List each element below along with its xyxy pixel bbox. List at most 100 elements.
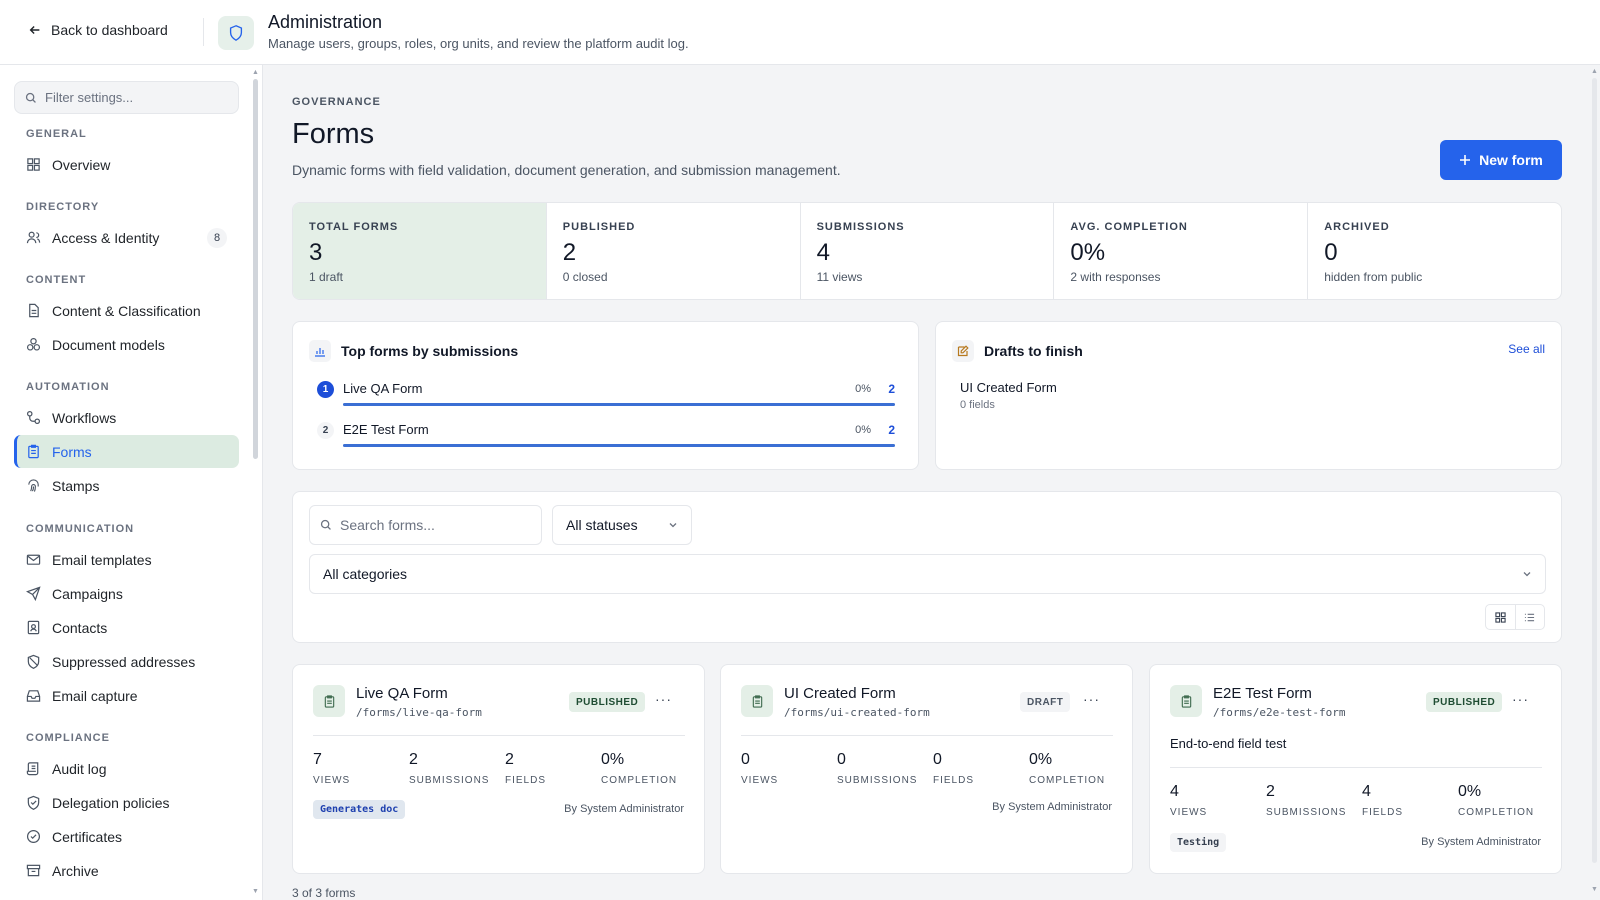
sidebar-item-audit-log[interactable]: Audit log — [14, 752, 239, 785]
main-scroll-up[interactable]: ▲ — [1591, 68, 1598, 75]
clipboard-icon — [1170, 685, 1202, 717]
rank-progress-fill — [343, 444, 895, 447]
clipboard-icon — [741, 685, 773, 717]
draft-item-fields: 0 fields — [960, 399, 995, 411]
list-view-button[interactable] — [1516, 605, 1545, 629]
card-path: /forms/live-qa-form — [356, 706, 482, 719]
top-forms-header: Top forms by submissions — [309, 340, 518, 362]
stat-submissions: SUBMISSIONS 4 11 views — [801, 203, 1055, 299]
stat-value: 0 — [1324, 239, 1338, 266]
metric-label: VIEWS — [1170, 807, 1208, 818]
back-label: Back to dashboard — [51, 22, 168, 38]
sidebar-item-stamps[interactable]: Stamps — [14, 469, 239, 502]
rank-progress-bar — [343, 444, 895, 447]
metric-label: COMPLETION — [1029, 775, 1106, 786]
sidebar-item-overview[interactable]: Overview — [14, 148, 239, 181]
more-options-icon[interactable]: ··· — [1083, 691, 1100, 707]
form-card-live-qa[interactable]: Live QA Form /forms/live-qa-form PUBLISH… — [292, 664, 705, 874]
metric-label: COMPLETION — [1458, 807, 1535, 818]
search-icon — [25, 92, 36, 103]
sidebar-item-label: Delegation policies — [52, 794, 170, 811]
more-options-icon[interactable]: ··· — [655, 691, 672, 707]
sidebar-item-label: Email templates — [52, 551, 152, 568]
draft-item-name[interactable]: UI Created Form — [960, 380, 1057, 395]
main-scroll-down[interactable]: ▼ — [1591, 886, 1598, 893]
metric-label: SUBMISSIONS — [837, 775, 918, 786]
scroll-icon — [26, 762, 39, 776]
metric-value: 0% — [601, 751, 625, 768]
sidebar-item-certificates[interactable]: Certificates — [14, 820, 239, 853]
metric-submissions: 0 SUBMISSIONS — [837, 751, 933, 786]
clipboard-icon — [313, 685, 345, 717]
main-scrollbar[interactable] — [1592, 78, 1597, 863]
sidebar-item-document-models[interactable]: Document models — [14, 328, 239, 361]
metric-value: 0% — [1029, 751, 1053, 768]
sidebar-scrollbar[interactable] — [253, 79, 258, 459]
view-toggle — [1485, 604, 1545, 630]
stat-sub: hidden from public — [1324, 270, 1423, 284]
stat-sub: 2 with responses — [1070, 270, 1161, 284]
sidebar-scroll-up[interactable]: ▲ — [252, 69, 259, 76]
filter-settings-input[interactable] — [45, 90, 225, 105]
rank-progress-fill — [343, 403, 895, 406]
admin-logo — [218, 16, 254, 50]
check-circle-icon — [26, 829, 41, 844]
card-title: E2E Test Form — [1213, 685, 1312, 702]
stat-value: 3 — [309, 239, 323, 266]
sidebar-item-label: Content & Classification — [52, 302, 201, 319]
sidebar-item-label: Workflows — [52, 409, 117, 426]
sidebar-item-label: Stamps — [52, 477, 100, 494]
sidebar-item-campaigns[interactable]: Campaigns — [14, 577, 239, 610]
card-title: UI Created Form — [784, 685, 896, 702]
filters-panel: All statuses All categories — [292, 491, 1562, 643]
card-metrics: 7 VIEWS 2 SUBMISSIONS 2 FIELDS 0% COMPLETION — [313, 751, 697, 786]
sidebar-scroll-down[interactable]: ▼ — [252, 888, 259, 895]
grid-view-button[interactable] — [1486, 605, 1516, 629]
sidebar-item-email-capture[interactable]: Email capture — [14, 679, 239, 712]
stat-total-forms: TOTAL FORMS 3 1 draft — [293, 203, 547, 299]
sidebar-item-workflows[interactable]: Workflows — [14, 401, 239, 434]
metric-submissions: 2 SUBMISSIONS — [1266, 783, 1362, 818]
sidebar-item-label: Campaigns — [52, 585, 123, 602]
metric-label: VIEWS — [313, 775, 351, 786]
edit-icon — [952, 340, 974, 362]
new-form-label: New form — [1479, 152, 1543, 168]
sidebar-item-email-templates[interactable]: Email templates — [14, 543, 239, 576]
form-card-ui-created[interactable]: UI Created Form /forms/ui-created-form D… — [720, 664, 1133, 874]
status-select[interactable]: All statuses — [552, 505, 692, 545]
new-form-button[interactable]: New form — [1440, 140, 1562, 180]
page-eyebrow: GOVERNANCE — [292, 96, 381, 108]
sidebar-item-suppressed-addresses[interactable]: Suppressed addresses — [14, 645, 239, 678]
stat-label: PUBLISHED — [562, 221, 636, 233]
more-options-icon[interactable]: ··· — [1512, 691, 1529, 707]
metric-label: FIELDS — [505, 775, 547, 786]
rank-completion: 0% — [855, 383, 871, 395]
metric-value: 0 — [741, 751, 750, 768]
sidebar-item-delegation-policies[interactable]: Delegation policies — [14, 786, 239, 819]
sidebar-item-contacts[interactable]: Contacts — [14, 611, 239, 644]
sidebar-item-label: Audit log — [52, 760, 107, 777]
grid-icon — [1495, 611, 1506, 623]
section-content: CONTENT — [26, 274, 87, 286]
metric-value: 2 — [1266, 783, 1275, 800]
forms-count: 3 of 3 forms — [292, 886, 356, 900]
sidebar-item-forms[interactable]: Forms — [14, 435, 239, 468]
sidebar-item-content-classification[interactable]: Content & Classification — [14, 294, 239, 327]
card-divider — [741, 735, 1113, 736]
category-select[interactable]: All categories — [309, 554, 1546, 594]
section-automation: AUTOMATION — [26, 381, 110, 393]
back-to-dashboard-link[interactable]: Back to dashboard — [28, 22, 168, 38]
header-title: Administration — [268, 12, 383, 32]
sidebar-item-access-identity[interactable]: Access & Identity 8 — [14, 221, 239, 254]
archive-icon — [26, 864, 41, 877]
arrow-left-icon — [29, 26, 40, 34]
form-card-e2e-test[interactable]: E2E Test Form /forms/e2e-test-form PUBLI… — [1149, 664, 1562, 874]
metric-views: 0 VIEWS — [741, 751, 837, 786]
metric-value: 0 — [933, 751, 942, 768]
sidebar-item-label: Document models — [52, 336, 165, 353]
clipboard-icon — [28, 444, 39, 459]
sidebar-item-archive[interactable]: Archive — [14, 854, 239, 887]
see-all-drafts-link[interactable]: See all — [1508, 342, 1545, 356]
search-forms-input[interactable] — [340, 517, 530, 533]
top-header: Back to dashboard Administration Manage … — [0, 0, 1600, 65]
